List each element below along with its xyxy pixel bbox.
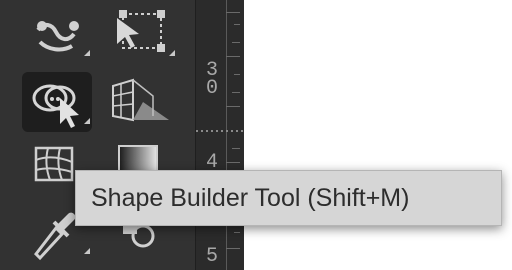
ruler-tick	[232, 148, 240, 149]
ruler-tick	[234, 232, 240, 233]
tool-group-indicator	[84, 118, 90, 124]
perspective-grid-tool-button[interactable]	[107, 72, 177, 132]
ruler-label: 3 0	[205, 59, 218, 100]
ruler-tick	[234, 24, 240, 25]
tool-group-indicator	[84, 50, 90, 56]
vertical-ruler[interactable]: 3 0 4 5	[195, 0, 244, 270]
tool-group-indicator	[169, 50, 175, 56]
puppet-warp-icon	[36, 21, 79, 52]
tooltip-text: Shape Builder Tool (Shift+M)	[91, 183, 410, 212]
perspective-grid-icon	[112, 78, 169, 122]
free-transform-icon	[117, 10, 165, 52]
ruler-tick	[226, 12, 240, 13]
ruler-edge	[226, 0, 227, 270]
ruler-tick	[232, 42, 240, 43]
puppet-warp-tool-button[interactable]	[22, 4, 92, 64]
tools-panel	[0, 0, 195, 270]
ruler-guide-marker	[196, 130, 244, 132]
ruler-tick	[234, 74, 240, 75]
ruler-tick	[226, 248, 240, 249]
tool-group-indicator	[84, 248, 90, 254]
shape-builder-icon	[32, 84, 79, 128]
ruler-label: 5	[205, 245, 218, 268]
ruler-tick	[232, 92, 240, 93]
ruler-tick	[226, 106, 240, 107]
ruler-tick	[226, 162, 240, 163]
free-transform-tool-button[interactable]	[107, 4, 177, 64]
ruler-tick	[226, 56, 240, 57]
shape-builder-tool-button[interactable]	[22, 72, 92, 132]
tool-tooltip: Shape Builder Tool (Shift+M)	[75, 170, 502, 226]
